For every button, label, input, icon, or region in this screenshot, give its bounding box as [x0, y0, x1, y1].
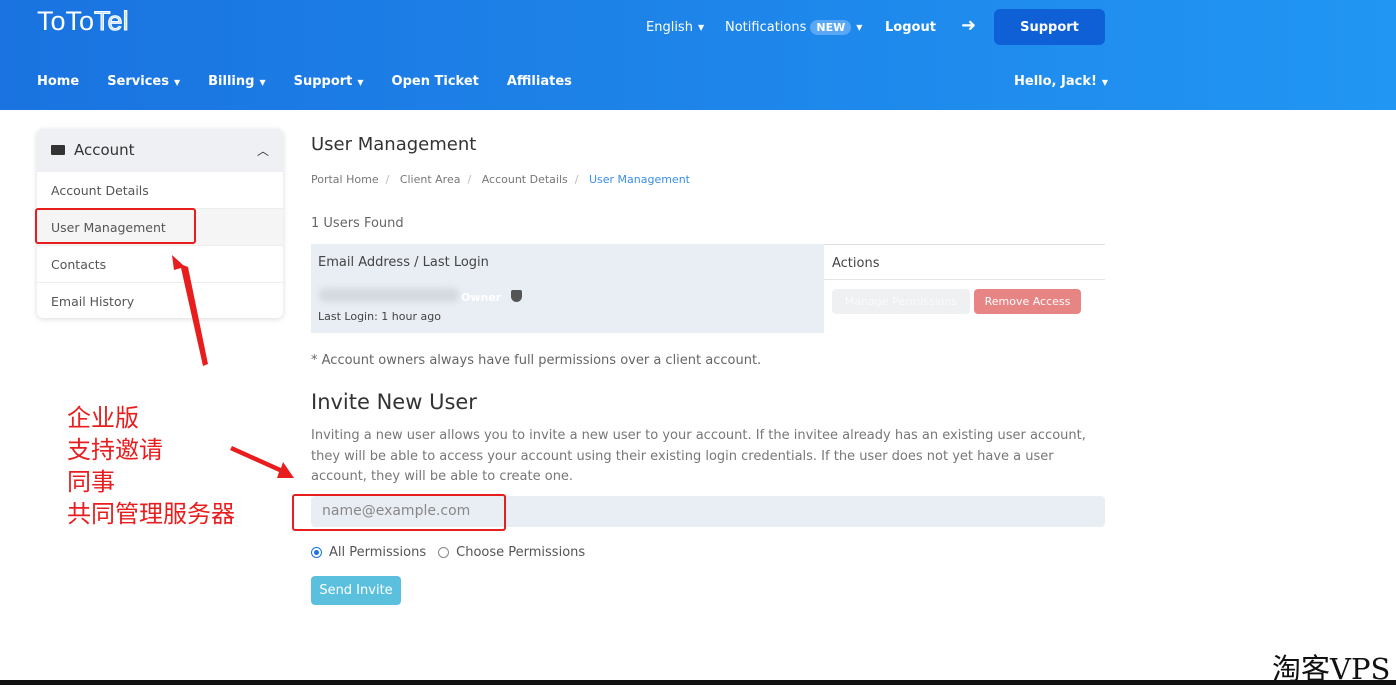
arrow-icon	[172, 255, 208, 366]
annotation-arrows	[172, 255, 294, 478]
watermark: 淘客VPS	[1272, 652, 1391, 686]
arrow-icon	[230, 446, 294, 478]
bottom-bar	[0, 680, 1396, 685]
